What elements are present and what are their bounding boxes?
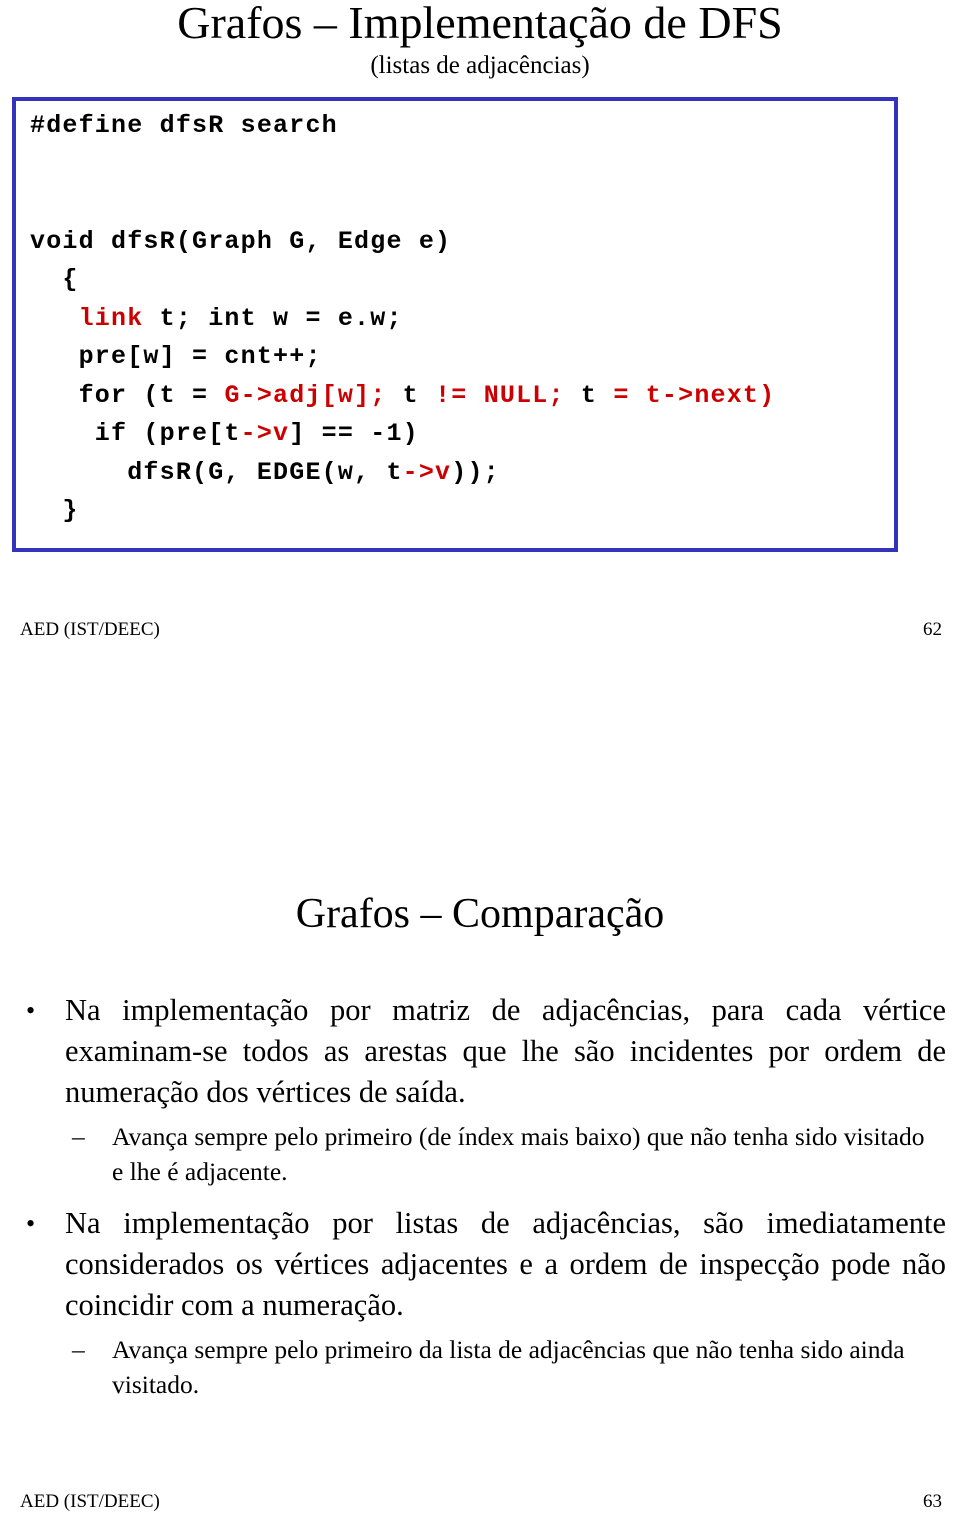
code-for-neq: != [435, 380, 468, 410]
code-call-head: dfsR(G, EDGE(w, t [30, 457, 403, 487]
code-line-close-brace: } [30, 496, 79, 525]
code-for-head: for (t = [30, 380, 225, 410]
bullet-item-primary: • Na implementação por listas de adjacên… [0, 1203, 960, 1326]
slide-graphs-comparison: Grafos – Comparação • Na implementação p… [0, 760, 960, 1523]
bullet-marker-dash: – [72, 1122, 85, 1151]
code-line-pre-assign: pre[w] = cnt++; [30, 342, 322, 371]
bullet-marker-dash: – [72, 1335, 85, 1364]
code-call-tail: )); [451, 457, 500, 487]
bullet-text: Avança sempre pelo primeiro (de índex ma… [112, 1122, 925, 1186]
code-for-next: = t->next) [613, 380, 776, 410]
bullet-spacer [0, 1189, 960, 1203]
bullet-text: Na implementação por matriz de adjacênci… [65, 993, 946, 1109]
bullet-marker-dot: • [26, 1209, 36, 1238]
code-listing: #define dfsR search void dfsR(Graph G, E… [30, 107, 775, 531]
bullet-item-secondary: – Avança sempre pelo primeiro da lista d… [0, 1332, 960, 1402]
slide1-title: Grafos – Implementação de DFS [177, 0, 783, 48]
bullet-item-secondary: – Avança sempre pelo primeiro (de índex … [0, 1119, 960, 1189]
code-line-for: for (t = G->adj[w]; t != NULL; t = t->ne… [30, 381, 775, 410]
bullet-item-primary: • Na implementação por matriz de adjacên… [0, 990, 960, 1113]
code-for-space [467, 381, 483, 410]
code-line-recursive-call: dfsR(G, EDGE(w, t->v)); [30, 458, 500, 487]
slide1-footer-course: AED (IST/DEEC) [20, 619, 160, 640]
bullet-text: Na implementação por listas de adjacênci… [65, 1206, 946, 1322]
code-line-signature: void dfsR(Graph G, Edge e) [30, 226, 452, 256]
slide2-footer-page-number: 63 [923, 1491, 942, 1512]
code-line-if: if (pre[t->v] == -1) [30, 419, 419, 448]
code-line-open-brace: { [30, 265, 79, 294]
code-line-define: #define dfsR search [30, 111, 338, 140]
slide1-subtitle: (listas de adjacências) [370, 52, 590, 79]
code-if-arrow-v: ->v [240, 419, 290, 448]
bullet-marker-dot: • [26, 996, 36, 1025]
slide-dfs-implementation: Grafos – Implementação de DFS (listas de… [0, 0, 960, 700]
code-line-link-decl: link t; int w = e.w; [30, 304, 403, 333]
code-block-container: #define dfsR search void dfsR(Graph G, E… [12, 97, 898, 552]
code-for-null: NULL; [483, 380, 565, 410]
bullet-text: Avança sempre pelo primeiro da lista de … [112, 1335, 905, 1399]
code-keyword-link: link [78, 303, 144, 333]
slide2-bullet-list: • Na implementação por matriz de adjacên… [0, 990, 960, 1402]
code-call-arrow-v: ->v [402, 457, 452, 487]
slide2-title: Grafos – Comparação [295, 891, 665, 937]
code-for-init: G->adj[w]; [224, 380, 387, 410]
code-for-t1: t [386, 380, 436, 410]
slide2-footer-course: AED (IST/DEEC) [20, 1491, 160, 1512]
code-for-t2: t [564, 380, 614, 410]
code-if-tail: ] == -1) [289, 419, 419, 448]
code-if-head: if (pre[t [30, 419, 241, 448]
code-decl-rest: t; int w = e.w; [143, 303, 403, 333]
slide1-footer-page-number: 62 [923, 619, 942, 640]
